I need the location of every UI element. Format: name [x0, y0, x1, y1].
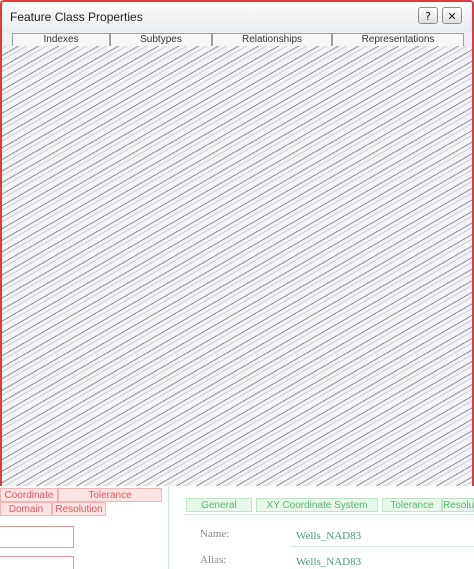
ghost-alias-label: Alias: — [200, 554, 227, 566]
ghost-divider — [168, 486, 169, 569]
ghost-tab-general: General — [186, 498, 252, 512]
help-button[interactable]: ? — [418, 7, 438, 24]
ghost-tab-tolerance: Tolerance — [58, 488, 162, 502]
ghost-tab-label: XY Coordinate System — [266, 500, 368, 511]
ghost-tab-resolution: Resolution — [52, 502, 106, 516]
help-icon: ? — [425, 10, 431, 23]
ghost-tab-label: Domain — [8, 504, 44, 515]
ghost-input-box — [0, 526, 74, 548]
ghost-tab-tolerance-right: Tolerance — [382, 498, 442, 512]
ghost-tab-domain: Domain — [0, 502, 52, 516]
ghost-divider — [290, 546, 474, 547]
ghost-alias-value: Wells_NAD83 — [296, 556, 362, 568]
ghost-tab-xy-coordinate-system: XY Coordinate System — [256, 498, 378, 512]
ghost-tab-resolution-right: Resolution — [442, 498, 474, 512]
feature-class-properties-dialog: Feature Class Properties ? ✕ Indexes Sub… — [0, 0, 474, 569]
title-bar[interactable]: Feature Class Properties ? ✕ — [2, 2, 472, 32]
ghost-tab-label: Resolution — [443, 500, 474, 511]
close-button[interactable]: ✕ — [442, 7, 462, 24]
ghost-tab-label: Resolution — [55, 504, 103, 515]
background-dialog-remnant: Coordinate System Tolerance Domain Resol… — [0, 486, 474, 569]
window-title: Feature Class Properties — [10, 10, 143, 24]
ghost-name-label: Name: — [200, 528, 230, 540]
ghost-name-value: Wells_NAD83 — [296, 530, 362, 542]
tab-label: Representations — [361, 34, 435, 45]
close-icon: ✕ — [447, 10, 457, 23]
ghost-tab-label: Tolerance — [390, 500, 434, 511]
tab-strip: Indexes Subtypes Relationships Represent… — [12, 33, 466, 47]
tab-label: Relationships — [241, 34, 303, 45]
ghost-tab-label: Tolerance — [88, 490, 132, 501]
tab-subtypes[interactable]: Subtypes — [110, 33, 212, 47]
tab-indexes[interactable]: Indexes — [12, 33, 110, 47]
ghost-tab-coordinate-system: Coordinate System — [0, 488, 58, 515]
ghost-tab-label: General — [201, 500, 237, 511]
ghost-divider — [184, 514, 474, 515]
tab-label: Indexes — [43, 34, 79, 45]
tab-representations[interactable]: Representations — [332, 33, 464, 47]
ghost-input-box — [0, 556, 74, 569]
tab-label: Subtypes — [140, 34, 182, 45]
tab-content-panel — [2, 46, 472, 488]
tab-relationships[interactable]: Relationships — [212, 33, 332, 47]
